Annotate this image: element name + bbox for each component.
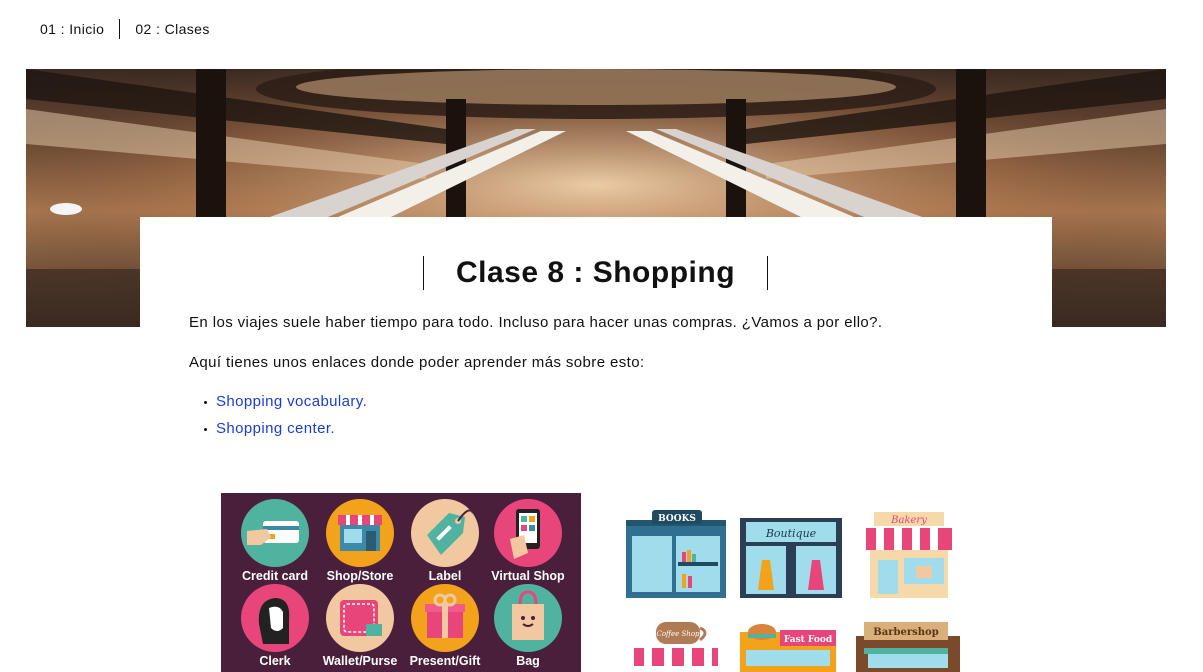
- bag-icon: [494, 584, 562, 652]
- vocab-label: Wallet/Purse: [322, 654, 398, 668]
- bookstore-storefront: BOOKS: [626, 510, 726, 598]
- vocab-item-present-gift: Present/Gift: [400, 584, 490, 668]
- shopping-center-link[interactable]: Shopping center.: [216, 420, 335, 437]
- bakery-storefront: Bakery: [866, 512, 952, 598]
- vocab-item-wallet-purse: Wallet/Purse: [315, 584, 405, 668]
- gift-icon: [411, 584, 479, 652]
- shopping-vocabulary-image: Credit card Shop/Store Label Virtual Sho…: [221, 493, 581, 672]
- shop-store-icon: [326, 499, 394, 567]
- credit-card-icon: [241, 499, 309, 567]
- list-item: Shopping center.: [203, 420, 367, 447]
- vocab-label: Shop/Store: [326, 569, 394, 583]
- links-intro-paragraph: Aquí tienes unos enlaces donde poder apr…: [189, 354, 645, 371]
- fast-food-storefront: Fast Food: [740, 624, 836, 672]
- vocab-item-virtual-shop: Virtual Shop: [483, 499, 573, 583]
- page-title: Clase 8 : Shopping: [455, 256, 736, 289]
- store-sign-books: BOOKS: [658, 514, 696, 524]
- vocab-label: Virtual Shop: [491, 569, 565, 583]
- barbershop-storefront: Barbershop: [856, 622, 960, 672]
- intro-paragraph: En los viajes suele haber tiempo para to…: [189, 314, 883, 331]
- virtual-shop-icon: [494, 499, 562, 567]
- vocab-item-label: Label: [400, 499, 490, 583]
- boutique-storefront: Boutique: [740, 518, 842, 598]
- vocab-item-credit-card: Credit card: [230, 499, 320, 583]
- nav-separator: [119, 19, 121, 39]
- store-sign-barbershop: Barbershop: [873, 627, 938, 638]
- page-title-frame: Clase 8 : Shopping: [423, 256, 768, 290]
- wallet-icon: [326, 584, 394, 652]
- stores-illustration-image: BOOKS Boutique Bakery Coffee Shop Fast F…: [620, 500, 965, 672]
- vocab-item-shop-store: Shop/Store: [315, 499, 405, 583]
- vocab-item-clerk: Clerk: [230, 584, 320, 668]
- store-sign-bakery: Bakery: [890, 515, 927, 526]
- vocab-label: Label: [428, 569, 462, 583]
- store-sign-coffee-shop: Coffee Shop: [656, 630, 700, 638]
- storefronts-illustration: BOOKS Boutique Bakery Coffee Shop Fast F…: [626, 510, 960, 672]
- clerk-icon: [241, 584, 309, 652]
- store-sign-fast-food: Fast Food: [784, 635, 833, 645]
- vocab-label: Clerk: [259, 654, 291, 668]
- label-tag-icon: [411, 499, 479, 567]
- nav-link-clases[interactable]: 02 : Clases: [135, 21, 209, 37]
- store-sign-boutique: Boutique: [765, 527, 817, 540]
- top-navigation: 01 : Inicio 02 : Clases: [40, 19, 210, 39]
- vocab-label: Credit card: [242, 569, 308, 583]
- vocab-label: Present/Gift: [409, 654, 481, 668]
- nav-link-inicio[interactable]: 01 : Inicio: [40, 21, 104, 37]
- resource-links-list: Shopping vocabulary. Shopping center.: [203, 393, 367, 447]
- shopping-vocabulary-link[interactable]: Shopping vocabulary.: [216, 393, 367, 410]
- coffee-shop-storefront: Coffee Shop: [634, 622, 718, 666]
- list-item: Shopping vocabulary.: [203, 393, 367, 420]
- vocab-item-bag: Bag: [483, 584, 573, 668]
- vocab-label: Bag: [516, 654, 540, 668]
